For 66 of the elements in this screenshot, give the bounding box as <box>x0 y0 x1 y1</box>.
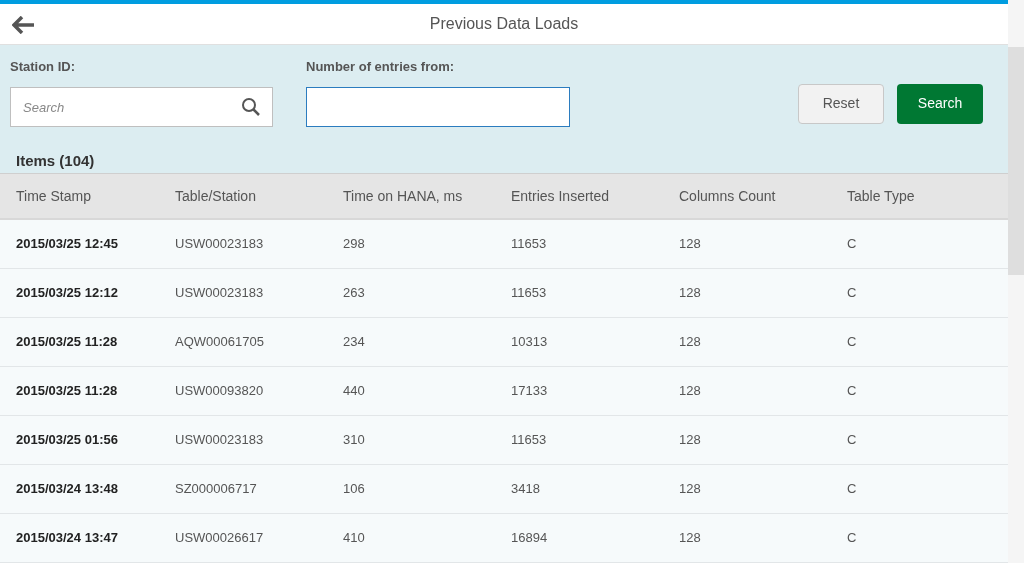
table-cell-text: C <box>847 333 858 352</box>
table-row[interactable]: 2015/03/25 12:12 USW00023183 263 11653 128 C <box>0 269 1008 318</box>
column-header[interactable]: Entries Inserted <box>511 185 679 207</box>
table-cell-text: 410 <box>343 529 366 548</box>
search-field[interactable]: Search <box>10 87 273 128</box>
column-header[interactable]: Time on HANA, ms <box>343 185 511 207</box>
field-label: Station ID: <box>10 57 76 76</box>
table-cell-text: USW00023183 <box>175 431 265 450</box>
table-cell-text: 2015/03/25 12:45 <box>16 235 119 254</box>
table-cell-text: 234 <box>343 333 366 352</box>
table-cell-text: USW00093820 <box>175 382 265 401</box>
table-cell-text: AQW00061705 <box>175 333 265 352</box>
table-cell-text: 440 <box>343 382 366 401</box>
table-cell-text: 128 <box>679 284 702 303</box>
table-cell-text: 128 <box>679 431 702 450</box>
search-icon[interactable] <box>241 97 261 118</box>
table-cell-text: 128 <box>679 480 702 499</box>
table-cell-text: 128 <box>679 333 702 352</box>
column-header[interactable]: Table/Station <box>175 185 343 207</box>
table-cell-text: USW00023183 <box>175 284 265 303</box>
table-row[interactable]: 2015/03/25 11:28 AQW00061705 234 10313 128 C <box>0 318 1008 367</box>
column-header[interactable]: Table Type <box>847 185 992 207</box>
table-row[interactable]: 2015/03/25 01:56 USW00023183 310 11653 128 C <box>0 416 1008 465</box>
page-title: Previous Data Loads <box>429 13 579 34</box>
table-cell-text: 16894 <box>511 529 549 548</box>
table-cell-text: 2015/03/25 12:12 <box>16 284 119 303</box>
back-arrow-icon[interactable] <box>12 15 36 34</box>
table-cell-text: 310 <box>343 431 366 450</box>
table-cell-text: 106 <box>343 480 366 499</box>
table-cell-text: 2015/03/24 13:47 <box>16 529 119 548</box>
table-cell-text: C <box>847 235 858 254</box>
search-button[interactable]: Search <box>897 83 983 124</box>
table-cell-text: C <box>847 529 858 548</box>
scrollbar-thumb[interactable] <box>1008 47 1024 275</box>
table-cell-text: 11653 <box>511 235 548 254</box>
table-cell-text: C <box>847 431 858 450</box>
table-cell-text: 298 <box>343 235 366 254</box>
table-cell-text: C <box>847 480 858 499</box>
items-count: Items (104) <box>16 151 96 172</box>
column-header[interactable]: Columns Count <box>679 185 847 207</box>
table-cell-text: 3418 <box>511 480 541 499</box>
table-cell-text: C <box>847 284 858 303</box>
table-cell-text: 128 <box>679 382 702 401</box>
column-header[interactable]: Time Stamp <box>16 185 175 207</box>
table-cell-text: 11653 <box>511 284 548 303</box>
table-cell-text: USW00023183 <box>175 235 265 254</box>
table-cell-text: 11653 <box>511 431 548 450</box>
field-label: Number of entries from: <box>306 57 456 76</box>
table-cell-text: USW00026617 <box>175 529 265 548</box>
table-cell-text: 2015/03/25 11:28 <box>16 382 119 401</box>
table-row[interactable]: 2015/03/24 13:47 USW00026617 410 16894 128 C <box>0 514 1008 563</box>
table-cell-text: 2015/03/25 01:56 <box>16 431 119 450</box>
table-cell-text: 128 <box>679 235 702 254</box>
table-cell-text: 263 <box>343 284 366 303</box>
table-cell-text: 17133 <box>511 382 549 401</box>
table-row[interactable]: 2015/03/25 12:45 USW00023183 298 11653 128 C <box>0 220 1008 269</box>
table-cell-text: SZ000006717 <box>175 480 258 499</box>
table-cell-text: 2015/03/24 13:48 <box>16 480 119 499</box>
reset-button[interactable]: Reset <box>798 83 884 124</box>
table-row[interactable]: 2015/03/25 11:28 USW00093820 440 17133 128 C <box>0 367 1008 416</box>
table-cell-text: 10313 <box>511 333 549 352</box>
input-field[interactable] <box>306 87 570 128</box>
table-cell-text: 128 <box>679 529 702 548</box>
table-cell-text: C <box>847 382 858 401</box>
table-row[interactable]: 2015/03/24 13:48 SZ000006717 106 3418 128 C <box>0 465 1008 514</box>
table-cell-text: 2015/03/25 11:28 <box>16 333 119 352</box>
